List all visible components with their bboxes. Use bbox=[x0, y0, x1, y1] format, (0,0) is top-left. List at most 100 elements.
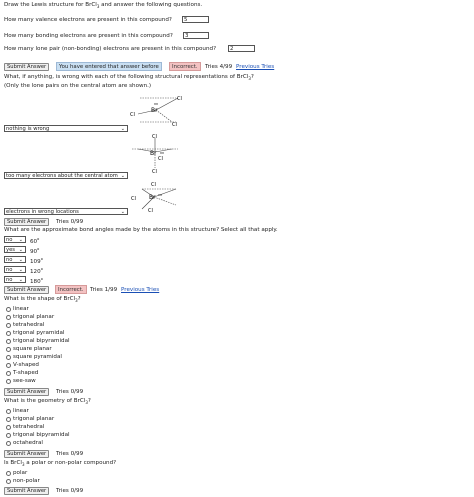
valence-electrons-input[interactable]: 5 bbox=[182, 16, 209, 23]
q2-label: How many bonding electrons are present i… bbox=[4, 33, 173, 39]
shape-question: What is the shape of BrCl3? bbox=[4, 296, 81, 304]
bonding-electrons-input[interactable]: 3 bbox=[183, 32, 209, 39]
shape-option-label: T-shaped bbox=[13, 370, 39, 376]
cl-atom: Cl bbox=[177, 96, 182, 102]
cl-atom: Cl bbox=[130, 112, 135, 118]
shape-option-label: square planar bbox=[13, 346, 52, 352]
shape-radio-v-shaped[interactable] bbox=[6, 363, 11, 368]
angle-109-label: 109o bbox=[30, 257, 43, 265]
br-atom: Br bbox=[149, 194, 156, 201]
tries-count: Tries 0/99 bbox=[56, 488, 84, 494]
shape-option-label: tetrahedral bbox=[13, 322, 45, 328]
geometry-radio-linear[interactable] bbox=[6, 409, 11, 414]
tries-count: Tries 1/99 bbox=[90, 287, 118, 293]
incorrect-badge: Incorrect. bbox=[169, 62, 201, 71]
submit-button[interactable]: Submit Answer bbox=[4, 63, 50, 71]
structure-1-select[interactable]: nothing is wrong ⌄ bbox=[4, 125, 128, 132]
shape-option-label: square pyramidal bbox=[13, 354, 62, 360]
chevron-down-icon: ⌄ bbox=[120, 126, 125, 132]
angle-180-select[interactable]: no ⌄ bbox=[4, 276, 26, 283]
geometry-radio-trigonal-bipyramidal[interactable] bbox=[6, 433, 11, 438]
chevron-down-icon: ⌄ bbox=[120, 209, 125, 215]
geometry-radio-octahedral[interactable] bbox=[6, 441, 11, 446]
tries-count: Tries 0/99 bbox=[56, 451, 84, 457]
geometry-radio-tetrahedral[interactable] bbox=[6, 425, 11, 430]
lone-pair-dot bbox=[162, 152, 164, 154]
angle-90-label: 90o bbox=[30, 247, 40, 255]
shape-radio-tetrahedral[interactable] bbox=[6, 323, 11, 328]
angle-60-select[interactable]: no ⌄ bbox=[4, 236, 26, 243]
lone-pair-electrons-input[interactable]: 2 bbox=[228, 45, 255, 52]
angle-120-select[interactable]: no ⌄ bbox=[4, 266, 26, 273]
tries-count: Tries 4/99 bbox=[205, 64, 233, 70]
shape-option-label: trigonal pyramidal bbox=[13, 330, 65, 336]
wrong-question-line1: What, if anything, is wrong with each of… bbox=[4, 74, 254, 82]
geometry-option-label: octahedral bbox=[13, 440, 43, 446]
structure-3-select[interactable]: electrons in wrong locations ⌄ bbox=[4, 208, 128, 215]
structure-2-select[interactable]: too many electrons about the central ato… bbox=[4, 172, 128, 179]
cl-atom: Cl bbox=[172, 122, 177, 128]
submit-button[interactable]: Submit Answer bbox=[4, 450, 50, 458]
shape-radio-linear[interactable] bbox=[6, 307, 11, 312]
angle-90-select[interactable]: yes ⌄ bbox=[4, 246, 26, 253]
lewis-structure-3: Br Cl Cl Cl bbox=[131, 182, 177, 213]
q1-label: How many valence electrons are present i… bbox=[4, 17, 172, 23]
submit-button[interactable]: Submit Answer bbox=[4, 487, 50, 495]
shape-radio-trigonal-bipyramidal[interactable] bbox=[6, 339, 11, 344]
angle-60-label: 60o bbox=[30, 237, 40, 245]
geometry-option-label: linear bbox=[13, 408, 29, 414]
shape-radio-trigonal-planar[interactable] bbox=[6, 315, 11, 320]
geometry-option-label: tetrahedral bbox=[13, 424, 45, 430]
geometry-question: What is the geometry of BrCl3? bbox=[4, 398, 91, 406]
shape-option-label: trigonal planar bbox=[13, 314, 55, 320]
tries-count: Tries 0/99 bbox=[56, 389, 84, 395]
lewis-structure-1: Br Cl Cl Cl bbox=[130, 96, 182, 128]
chevron-down-icon: ⌄ bbox=[18, 257, 23, 263]
entered-before-message: You have entered that answer before bbox=[56, 62, 162, 71]
angle-109-select[interactable]: no ⌄ bbox=[4, 256, 26, 263]
chevron-down-icon: ⌄ bbox=[18, 277, 23, 283]
shape-radio-square-pyramidal[interactable] bbox=[6, 355, 11, 360]
shape-radio-trigonal-pyramidal[interactable] bbox=[6, 331, 11, 336]
wrong-question-line2: (Only the lone pairs on the central atom… bbox=[4, 83, 152, 89]
shape-radio-square-planar[interactable] bbox=[6, 347, 11, 352]
q3-label: How many lone pair (non-bonding) electro… bbox=[4, 46, 217, 52]
previous-tries-link[interactable]: Previous Tries bbox=[236, 64, 274, 70]
tries-count: Tries 0/99 bbox=[56, 219, 84, 225]
shape-radio-t-shaped[interactable] bbox=[6, 371, 11, 376]
shape-radio-see-saw[interactable] bbox=[6, 379, 11, 384]
polarity-option-label: polar bbox=[13, 470, 28, 476]
intro-text: Draw the Lewis structure for BrCl3 and a… bbox=[4, 2, 203, 10]
geometry-option-label: trigonal bipyramidal bbox=[13, 432, 70, 438]
lone-pair-dot bbox=[154, 103, 156, 105]
lone-pair-dot bbox=[160, 194, 162, 196]
previous-tries-link[interactable]: Previous Tries bbox=[121, 287, 159, 293]
lewis-structure-2: Br Cl Cl Cl bbox=[132, 134, 178, 174]
shape-option-label: see-saw bbox=[13, 378, 36, 384]
cl-atom: Cl bbox=[158, 156, 163, 162]
lone-pair-dot bbox=[158, 194, 160, 196]
chevron-down-icon: ⌄ bbox=[18, 247, 23, 253]
polarity-radio-polar[interactable] bbox=[6, 471, 11, 476]
cl-atom: Cl bbox=[152, 134, 157, 140]
chevron-down-icon: ⌄ bbox=[120, 173, 125, 179]
angle-120-label: 120o bbox=[30, 267, 43, 275]
submit-button[interactable]: Submit Answer bbox=[4, 388, 50, 396]
lone-pair-dot bbox=[156, 103, 158, 105]
shape-option-label: trigonal bipyramidal bbox=[13, 338, 70, 344]
geometry-option-label: trigonal planar bbox=[13, 416, 55, 422]
angles-question: What are the approximate bond angles mad… bbox=[4, 227, 278, 233]
submit-button[interactable]: Submit Answer bbox=[4, 218, 50, 226]
lone-pair-dot bbox=[160, 152, 162, 154]
polarity-radio-non-polar[interactable] bbox=[6, 479, 11, 484]
chevron-down-icon: ⌄ bbox=[18, 237, 23, 243]
incorrect-badge: Incorrect. bbox=[55, 285, 87, 294]
geometry-radio-trigonal-planar[interactable] bbox=[6, 417, 11, 422]
chevron-down-icon: ⌄ bbox=[18, 267, 23, 273]
polarity-question: Is BrCl3 a polar or non-polar compound? bbox=[4, 460, 117, 468]
cl-atom: Cl bbox=[151, 182, 156, 188]
submit-button[interactable]: Submit Answer bbox=[4, 286, 50, 294]
br-atom: Br bbox=[150, 150, 157, 157]
cl-atom: Cl bbox=[152, 169, 157, 174]
polarity-option-label: non-polar bbox=[13, 478, 40, 484]
